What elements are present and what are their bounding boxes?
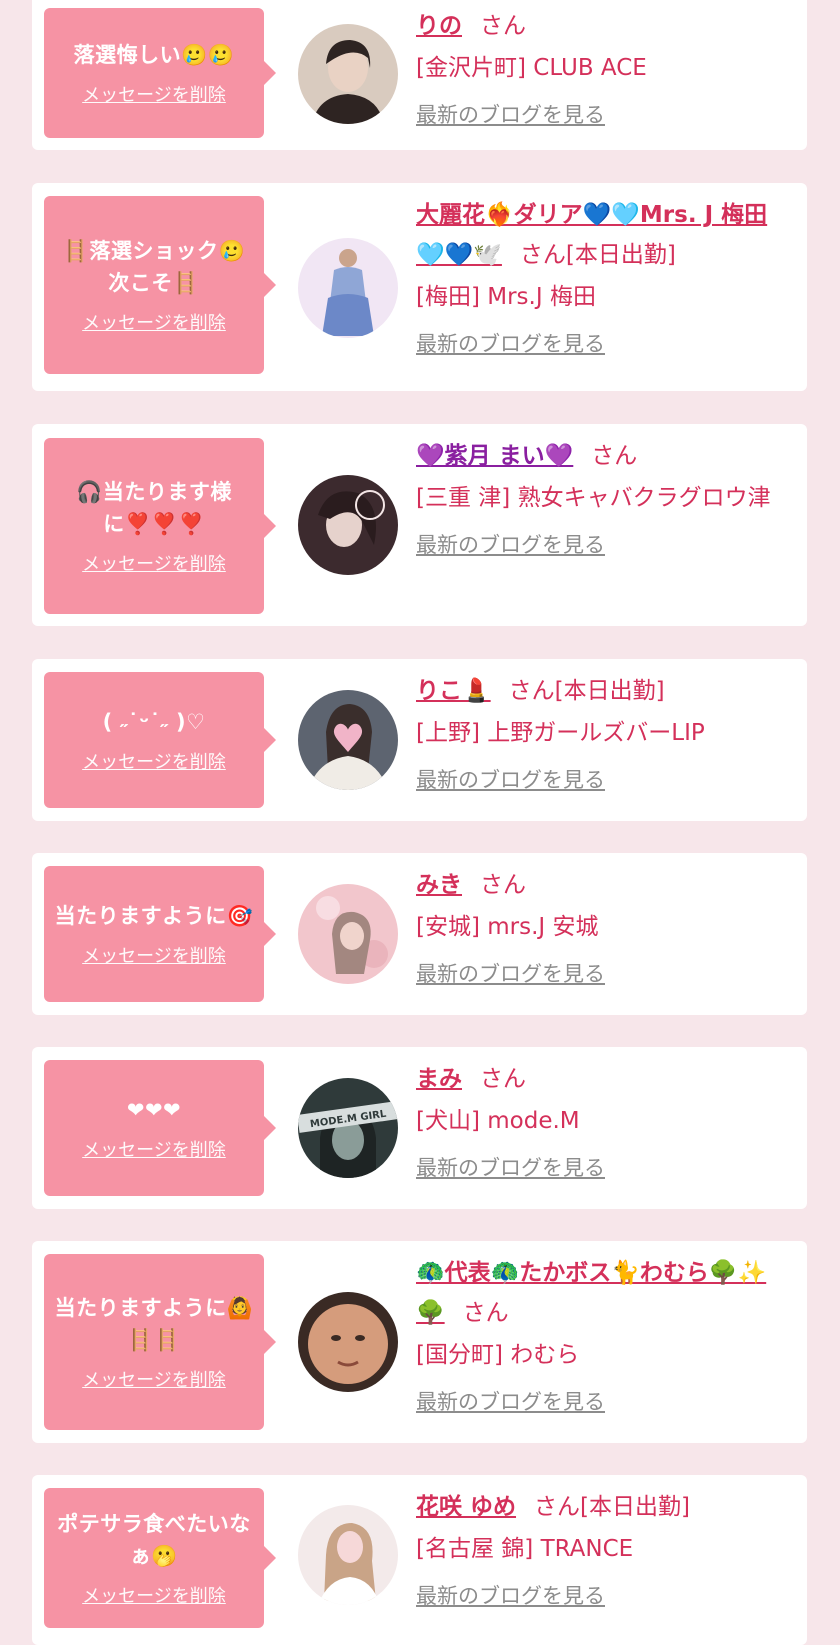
shop-name: [犬山] mode.M (416, 1108, 580, 1134)
list-item: 当たりますように🙆🪜🪜 メッセージを削除 🦚代表🦚たかボス🐈わむら🌳✨🌳 さん [… (32, 1241, 807, 1443)
honorific: さん (534, 1494, 581, 1520)
avatar-image (298, 884, 398, 984)
list-item: 🎧当たります様に❣️❣️❣️ メッセージを削除 💜紫月 まい💜 さん [三重 津]… (32, 424, 807, 626)
avatar[interactable] (298, 884, 398, 984)
avatar[interactable] (298, 475, 398, 575)
honorific: さん (508, 678, 555, 704)
shop-name: [名古屋 錦] TRANCE (416, 1536, 634, 1562)
shop-name: [安城] mrs.J 安城 (416, 914, 599, 940)
latest-blog-link[interactable]: 最新のブログを見る (416, 959, 605, 989)
honorific: さん (591, 443, 638, 469)
message-text: 当たりますように🎯 (54, 904, 254, 928)
message-text: ❤❤❤ (126, 1098, 182, 1122)
message-bubble: 落選悔しい🥲🥲 メッセージを削除 (44, 8, 276, 138)
list-item: ❤❤❤ メッセージを削除 MODE.M GIRL まみ さん [犬山] mode.… (32, 1047, 807, 1209)
avatar-image: MODE.M GIRL (298, 1078, 398, 1178)
delete-message-link[interactable]: メッセージを削除 (82, 748, 226, 774)
message-bubble: ❤❤❤ メッセージを削除 (44, 1060, 276, 1196)
status-text: [本日出勤] (554, 678, 665, 704)
message-list: 落選悔しい🥲🥲 メッセージを削除 りの さん [金沢片町] CLUB ACE 最新… (0, 0, 840, 1645)
shop-name: [金沢片町] CLUB ACE (416, 55, 647, 81)
user-name-link[interactable]: まみ (416, 1066, 462, 1092)
message-text: 落選悔しい🥲🥲 (73, 43, 235, 67)
user-name-link[interactable]: りこ💄 (416, 678, 491, 704)
message-bubble: ( ˶˙ᵕ˙˶ )♡ メッセージを削除 (44, 672, 276, 808)
list-item: 落選悔しい🥲🥲 メッセージを削除 りの さん [金沢片町] CLUB ACE 最新… (32, 0, 807, 150)
user-name-link[interactable]: りの (416, 13, 462, 39)
entry-info: りこ💄 さん[本日出勤] [上野] 上野ガールズバーLIP 最新のブログを見る (416, 671, 793, 795)
entry-info: 🦚代表🦚たかボス🐈わむら🌳✨🌳 さん [国分町] わむら 最新のブログを見る (416, 1253, 793, 1417)
status-text: [本日出勤] (565, 242, 676, 268)
delete-message-link[interactable]: メッセージを削除 (82, 309, 226, 335)
latest-blog-link[interactable]: 最新のブログを見る (416, 1387, 605, 1417)
entry-info: 花咲 ゆめ さん[本日出勤] [名古屋 錦] TRANCE 最新のブログを見る (416, 1487, 793, 1611)
delete-message-link[interactable]: メッセージを削除 (82, 550, 226, 576)
avatar[interactable] (298, 238, 398, 338)
delete-message-link[interactable]: メッセージを削除 (82, 942, 226, 968)
message-text: 当たりますように🙆🪜🪜 (54, 1296, 254, 1352)
avatar-image (298, 690, 398, 790)
entry-info: みき さん [安城] mrs.J 安城 最新のブログを見る (416, 865, 793, 989)
message-text: ポテサラ食べたいなぁ🫢 (57, 1512, 251, 1568)
latest-blog-link[interactable]: 最新のブログを見る (416, 1153, 605, 1183)
avatar[interactable]: MODE.M GIRL (298, 1078, 398, 1178)
shop-name: [梅田] Mrs.J 梅田 (416, 284, 596, 310)
shop-name: [上野] 上野ガールズバーLIP (416, 720, 705, 746)
honorific: さん (480, 1066, 526, 1092)
avatar-image (298, 475, 398, 575)
delete-message-link[interactable]: メッセージを削除 (82, 1582, 226, 1608)
latest-blog-link[interactable]: 最新のブログを見る (416, 765, 605, 795)
message-text: ( ˶˙ᵕ˙˶ )♡ (102, 710, 206, 734)
message-bubble: 当たりますように🙆🪜🪜 メッセージを削除 (44, 1254, 276, 1430)
list-item: ( ˶˙ᵕ˙˶ )♡ メッセージを削除 りこ💄 さん[本日出勤] [上野] 上野ガ… (32, 659, 807, 821)
user-name-link[interactable]: 💜紫月 まい💜 (416, 443, 573, 469)
avatar-image (298, 24, 398, 124)
shop-name: [国分町] わむら (416, 1342, 580, 1368)
avatar-image (298, 1505, 398, 1605)
message-bubble: ポテサラ食べたいなぁ🫢 メッセージを削除 (44, 1488, 276, 1628)
honorific: さん (480, 13, 526, 39)
message-text: 🪜落選ショック🥲次こそ🪜 (62, 239, 246, 295)
latest-blog-link[interactable]: 最新のブログを見る (416, 530, 605, 560)
message-bubble: 🎧当たります様に❣️❣️❣️ メッセージを削除 (44, 438, 276, 614)
latest-blog-link[interactable]: 最新のブログを見る (416, 329, 605, 359)
delete-message-link[interactable]: メッセージを削除 (82, 1136, 226, 1162)
entry-info: 大麗花❤️‍🔥ダリア💙🩵Mrs. J 梅田🩵💙🕊️ さん[本日出勤] [梅田] M… (416, 195, 793, 359)
avatar-image (298, 1292, 398, 1392)
avatar-image (298, 238, 398, 338)
delete-message-link[interactable]: メッセージを削除 (82, 81, 226, 107)
user-name-link[interactable]: 花咲 ゆめ (416, 1494, 516, 1520)
shop-name: [三重 津] 熟女キャバクラグロウ津 (416, 485, 771, 511)
honorific: さん (480, 872, 526, 898)
avatar[interactable] (298, 24, 398, 124)
list-item: 当たりますように🎯 メッセージを削除 みき さん [安城] mrs.J 安城 最新… (32, 853, 807, 1015)
honorific: さん (519, 242, 566, 268)
list-item: ポテサラ食べたいなぁ🫢 メッセージを削除 花咲 ゆめ さん[本日出勤] [名古屋 … (32, 1475, 807, 1645)
avatar[interactable] (298, 1292, 398, 1392)
delete-message-link[interactable]: メッセージを削除 (82, 1366, 226, 1392)
honorific: さん (462, 1300, 509, 1326)
avatar[interactable] (298, 690, 398, 790)
latest-blog-link[interactable]: 最新のブログを見る (416, 100, 605, 130)
user-name-link[interactable]: みき (416, 872, 462, 898)
message-bubble: 🪜落選ショック🥲次こそ🪜 メッセージを削除 (44, 196, 276, 374)
entry-info: りの さん [金沢片町] CLUB ACE 最新のブログを見る (416, 6, 793, 130)
status-text: [本日出勤] (580, 1494, 690, 1520)
message-bubble: 当たりますように🎯 メッセージを削除 (44, 866, 276, 1002)
latest-blog-link[interactable]: 最新のブログを見る (416, 1581, 605, 1611)
avatar[interactable] (298, 1505, 398, 1605)
list-item: 🪜落選ショック🥲次こそ🪜 メッセージを削除 大麗花❤️‍🔥ダリア💙🩵Mrs. J… (32, 183, 807, 391)
entry-info: まみ さん [犬山] mode.M 最新のブログを見る (416, 1059, 793, 1183)
message-text: 🎧当たります様に❣️❣️❣️ (76, 480, 232, 536)
entry-info: 💜紫月 まい💜 さん [三重 津] 熟女キャバクラグロウ津 最新のブログを見る (416, 436, 793, 560)
